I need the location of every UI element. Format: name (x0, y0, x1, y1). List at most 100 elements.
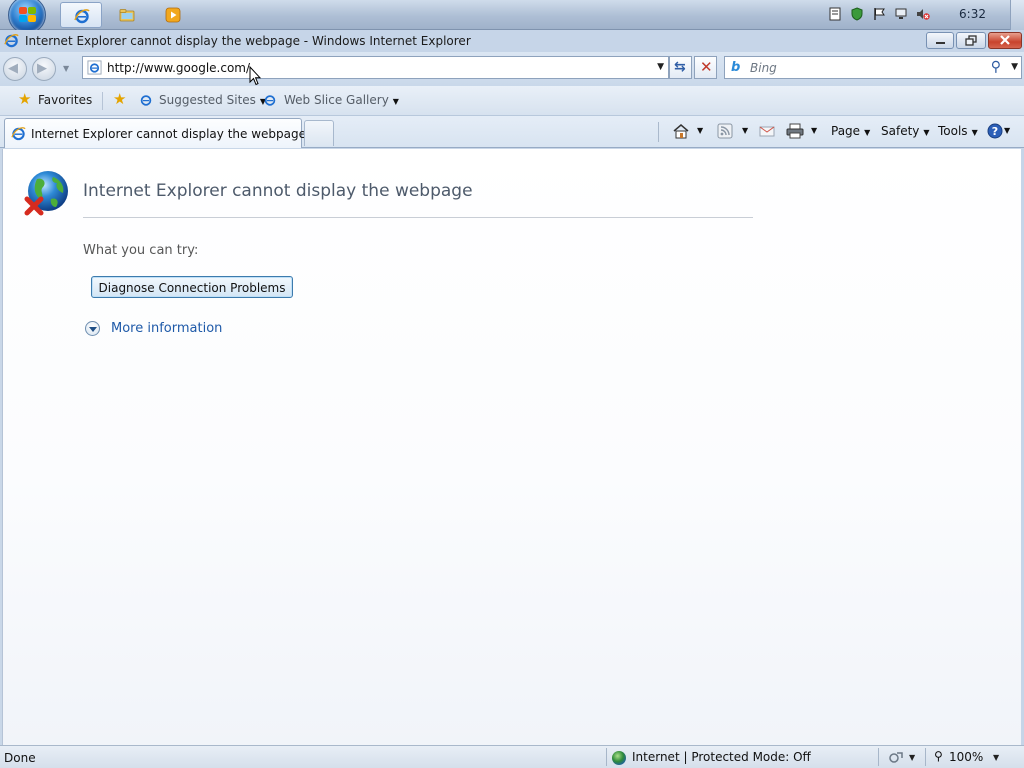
tools-menu-label: Tools (938, 124, 968, 138)
tools-menu[interactable]: Tools ▼ (938, 124, 978, 138)
minimize-icon (936, 42, 945, 44)
favorites-label: Favorites (38, 93, 93, 107)
status-bar: Done Internet | Protected Mode: Off ▼ ⚲ … (0, 745, 1024, 768)
feeds-icon[interactable] (717, 123, 733, 139)
minimize-button[interactable] (926, 32, 954, 49)
address-bar[interactable]: http://www.google.com/ ▼ (82, 56, 669, 79)
bing-icon: b (731, 60, 741, 75)
window-title: Internet Explorer cannot display the web… (25, 34, 471, 48)
safety-menu[interactable]: Safety ▼ (881, 124, 930, 138)
chevron-down-icon: ▼ (392, 97, 399, 106)
zoom-value: 100% (949, 750, 984, 764)
security-shield-icon[interactable] (850, 7, 864, 21)
internet-explorer-icon (11, 127, 26, 141)
show-desktop-button[interactable] (1010, 0, 1024, 30)
status-separator (925, 748, 926, 766)
action-center-flag-icon[interactable] (872, 7, 886, 21)
close-icon (1000, 35, 1010, 45)
chevron-down-icon: ▼ (971, 128, 978, 137)
new-tab-button[interactable] (304, 120, 334, 146)
forward-button[interactable]: ▶ (32, 57, 56, 81)
page-icon (87, 60, 102, 75)
print-dropdown[interactable]: ▼ (811, 126, 817, 135)
zoom-dropdown[interactable]: ▼ (993, 753, 999, 762)
mouse-cursor-icon (249, 66, 261, 86)
close-button[interactable] (988, 32, 1022, 49)
restore-button[interactable] (956, 32, 986, 49)
expand-chevron-icon[interactable] (85, 321, 100, 336)
popup-settings-icon[interactable] (888, 750, 904, 764)
more-information-label[interactable]: More information (111, 321, 222, 336)
search-icon[interactable]: ⚲ (991, 59, 1001, 75)
internet-explorer-icon (74, 9, 90, 24)
feeds-dropdown[interactable]: ▼ (742, 126, 748, 135)
zoom-magnifier-icon: ⚲ (934, 749, 943, 763)
status-separator (878, 748, 879, 766)
taskbar-explorer-button[interactable] (106, 2, 148, 28)
windows-flag-icon (19, 7, 37, 23)
chevron-down-icon: ▼ (923, 128, 930, 137)
error-title: Internet Explorer cannot display the web… (83, 181, 473, 201)
popup-settings-dropdown[interactable]: ▼ (909, 753, 915, 762)
globe-error-icon (24, 171, 68, 216)
forward-arrow-icon: ▶ (37, 61, 47, 76)
taskbar: 6:32 (0, 0, 1024, 34)
volume-muted-icon[interactable] (916, 7, 930, 21)
tab-current[interactable]: Internet Explorer cannot display the web… (4, 118, 306, 148)
what-you-can-try-label: What you can try: (83, 243, 199, 258)
search-options-dropdown[interactable]: ▼ (1011, 62, 1018, 72)
chevron-down-icon: ▼ (864, 128, 871, 137)
status-text: Done (4, 751, 36, 765)
recent-pages-dropdown[interactable]: ▼ (63, 64, 69, 73)
back-arrow-icon: ◀ (8, 61, 18, 76)
start-button[interactable] (8, 0, 46, 34)
safety-menu-label: Safety (881, 124, 920, 138)
web-slice-gallery-label: Web Slice Gallery (284, 93, 389, 107)
home-icon[interactable] (672, 123, 690, 139)
page-menu-label: Page (831, 124, 861, 138)
clock[interactable]: 6:32 (959, 7, 986, 21)
back-button[interactable]: ◀ (3, 57, 27, 81)
add-favorite-star-icon: ★ (113, 90, 127, 108)
taskbar-ie-button[interactable] (60, 2, 102, 28)
favorites-bar: ★ Favorites ★ Suggested Sites ▼ Web Slice… (0, 86, 1024, 116)
stop-icon: ✕ (700, 58, 713, 76)
tab-row: Internet Explorer cannot display the web… (0, 116, 1024, 148)
media-player-icon (165, 7, 181, 23)
internet-explorer-icon (4, 34, 19, 48)
security-zone-label: Internet | Protected Mode: Off (632, 750, 811, 764)
ie-page-icon (264, 95, 276, 106)
search-box[interactable]: b Bing ⚲ ▼ (724, 56, 1022, 79)
navigation-bar: ◀ ▶ ▼ http://www.google.com/ ▼ ⇆ ✕ b Bin… (0, 52, 1024, 86)
help-icon[interactable]: ? (987, 123, 1003, 139)
refresh-button[interactable]: ⇆ (669, 56, 692, 79)
folder-icon (119, 9, 135, 22)
restore-icon (965, 35, 977, 46)
system-tray: 6:32 (814, 0, 1024, 30)
favorites-star-icon: ★ (18, 90, 32, 108)
print-icon[interactable] (786, 123, 804, 139)
home-dropdown[interactable]: ▼ (697, 126, 703, 135)
title-divider (83, 217, 753, 218)
read-mail-icon[interactable] (759, 123, 775, 139)
page-menu[interactable]: Page ▼ (831, 124, 870, 138)
svg-text:?: ? (992, 125, 998, 138)
address-url[interactable]: http://www.google.com/ (107, 61, 250, 75)
internet-zone-icon (612, 751, 626, 765)
diagnose-connection-problems-button[interactable]: Diagnose Connection Problems (91, 276, 293, 298)
stop-button[interactable]: ✕ (694, 56, 717, 79)
status-separator (606, 748, 607, 766)
taskbar-media-player-button[interactable] (152, 2, 194, 28)
page-content: Internet Explorer cannot display the web… (2, 149, 1022, 745)
search-placeholder[interactable]: Bing (750, 61, 777, 75)
document-icon[interactable] (828, 7, 842, 21)
suggested-sites-label: Suggested Sites (159, 93, 256, 107)
favorites-separator (102, 92, 103, 110)
help-dropdown[interactable]: ▼ (1004, 126, 1010, 135)
ie-page-icon (140, 95, 152, 106)
window-title-bar[interactable]: Internet Explorer cannot display the web… (0, 30, 1024, 52)
network-icon[interactable] (894, 7, 908, 21)
tab-label: Internet Explorer cannot display the web… (31, 127, 306, 141)
refresh-icon: ⇆ (674, 59, 686, 75)
address-dropdown[interactable]: ▼ (657, 62, 664, 72)
